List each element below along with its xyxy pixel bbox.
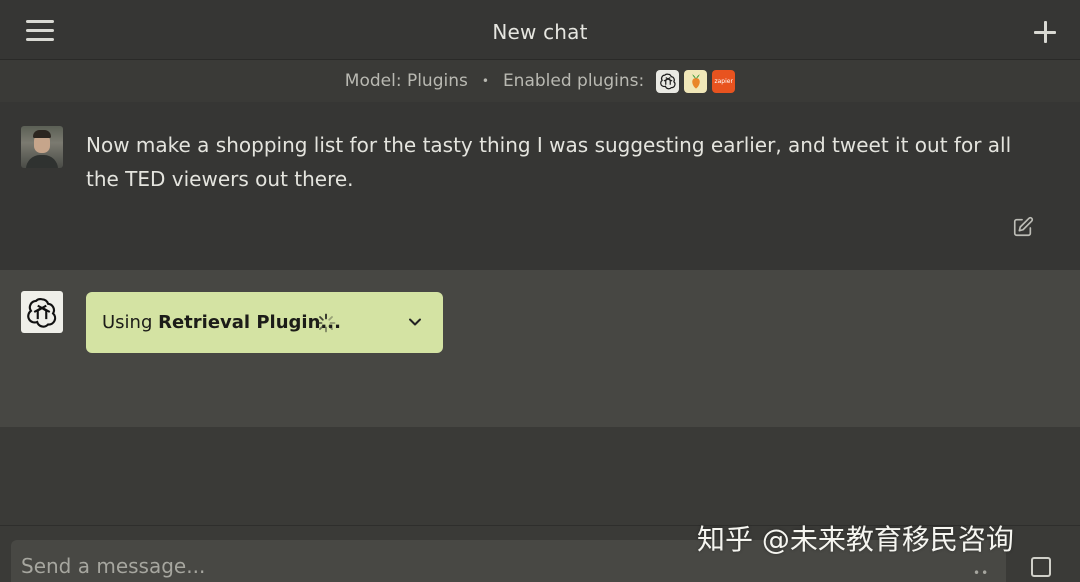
send-button[interactable] [1031,557,1051,577]
plugin-status-dropdown[interactable]: Using Retrieval Plugin... [86,292,443,353]
plugin-status-prefix: Using [102,312,159,333]
chevron-down-icon[interactable] [406,313,424,331]
enabled-plugins-list: zapier [656,69,736,93]
enabled-plugins-label: Enabled plugins: [502,71,645,91]
plugin-status-text: Using Retrieval Plugin... [102,312,341,333]
page-title: New chat [492,20,588,44]
watermark: 知乎 @未来教育移民咨询 [697,523,1014,556]
plugin-name: Retrieval Plugin... [158,312,341,333]
user-avatar [21,126,63,168]
separator-dot: • [481,74,489,88]
openai-logo-icon [21,291,63,333]
model-label: Model: Plugins [344,71,468,91]
chat-app: New chat Model: Plugins • Enabled plugin… [0,0,1080,582]
openai-plugin-icon [656,69,680,93]
spinner-icon [316,313,336,333]
grammar-dots-icon: •• [973,566,990,580]
zapier-plugin-icon: zapier [712,69,736,93]
edit-icon[interactable] [1012,216,1034,238]
instacart-plugin-icon [684,69,708,93]
user-message-text: Now make a shopping list for the tasty t… [86,133,1012,191]
plus-icon[interactable] [1034,21,1056,43]
model-info-bar: Model: Plugins • Enabled plugins: zapier [0,60,1080,102]
top-bar: New chat [0,0,1080,60]
